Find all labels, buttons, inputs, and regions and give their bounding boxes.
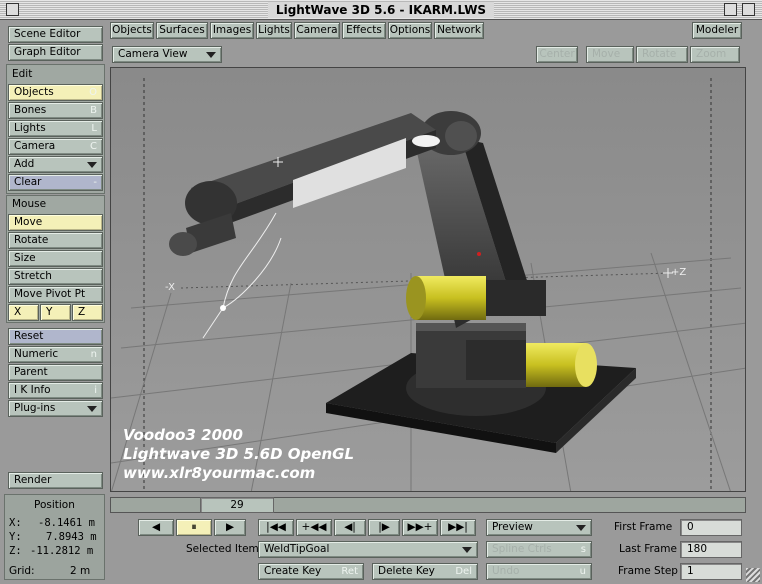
modeler-button[interactable]: Modeler: [692, 22, 742, 39]
mouse-rotate-button[interactable]: Rotate: [8, 232, 103, 249]
selected-item-dropdown[interactable]: WeldTipGoal: [258, 541, 478, 558]
edit-lights-button[interactable]: Lights L: [8, 120, 103, 137]
move-pivot-button[interactable]: Move Pivot Pt: [8, 286, 103, 303]
spline-ctrls-button[interactable]: Spline Ctrls s: [486, 541, 592, 558]
play-forward-button[interactable]: ▶: [214, 519, 246, 536]
axis-y-toggle[interactable]: Y: [40, 304, 71, 321]
pause-icon: ⏸: [191, 521, 197, 533]
preview-dropdown[interactable]: Preview: [486, 519, 592, 536]
mouse-size-button[interactable]: Size: [8, 250, 103, 267]
position-y-value: 7.8943 m: [46, 531, 97, 543]
add-dropdown[interactable]: Add: [8, 156, 103, 173]
first-frame-icon: |◀◀: [266, 521, 286, 533]
tab-lights[interactable]: Lights: [256, 22, 292, 39]
zoom-box-icon[interactable]: [724, 3, 737, 16]
next-frame-icon: |▶: [378, 521, 390, 533]
play-forward-icon: ▶: [225, 521, 235, 533]
prev-frame-button[interactable]: ◀|: [334, 519, 366, 536]
edit-objects-button[interactable]: Objects O: [8, 84, 103, 101]
chevron-down-icon: [87, 162, 97, 168]
scene-editor-button[interactable]: Scene Editor: [8, 26, 103, 43]
grid-label: Grid:: [9, 565, 35, 577]
center-button[interactable]: Center: [536, 46, 578, 63]
chevron-down-icon: [206, 52, 216, 58]
tab-effects[interactable]: Effects: [342, 22, 386, 39]
first-frame-button[interactable]: |◀◀: [258, 519, 294, 536]
view-zoom-button[interactable]: Zoom: [690, 46, 740, 63]
play-backward-button[interactable]: ◀: [138, 519, 174, 536]
chevron-down-icon: [462, 547, 472, 553]
tab-objects[interactable]: Objects: [110, 22, 154, 39]
x-axis-label: -X: [165, 282, 175, 293]
clear-button[interactable]: Clear -: [8, 174, 103, 191]
last-frame-label: Last Frame: [619, 543, 677, 555]
next-key-icon: ▶▶+: [407, 521, 433, 533]
selected-item-label: Selected Item: [186, 543, 259, 555]
undo-button[interactable]: Undo u: [486, 563, 592, 580]
position-header: Position: [34, 499, 75, 511]
axis-z-toggle[interactable]: Z: [72, 304, 103, 321]
overlay-line-3: www.xlr8yourmac.com: [123, 464, 316, 482]
axis-x-toggle[interactable]: X: [8, 304, 39, 321]
chevron-down-icon: [576, 525, 586, 531]
prev-key-icon: +◀◀: [301, 521, 327, 533]
reset-button[interactable]: Reset: [8, 328, 103, 345]
position-x-label: X:: [9, 517, 22, 529]
last-frame-field[interactable]: 180: [680, 541, 742, 558]
last-frame-icon: ▶▶|: [448, 521, 468, 533]
prev-frame-icon: ◀|: [344, 521, 356, 533]
play-backward-icon: ◀: [151, 521, 161, 533]
graph-editor-button[interactable]: Graph Editor: [8, 44, 103, 61]
title-bar[interactable]: LightWave 3D 5.6 - IKARM.LWS: [0, 0, 762, 20]
position-z-label: Z:: [9, 545, 22, 557]
parent-button[interactable]: Parent: [8, 364, 103, 381]
chevron-down-icon: [87, 406, 97, 412]
overlay-line-2: Lightwave 3D 5.6D OpenGL: [123, 445, 355, 463]
edit-header: Edit: [12, 68, 33, 80]
ik-info-button[interactable]: I K Info i: [8, 382, 103, 399]
grid-value: 2 m: [70, 565, 91, 577]
collapse-box-icon[interactable]: [742, 3, 755, 16]
view-move-button[interactable]: Move: [586, 46, 634, 63]
view-select[interactable]: Camera View: [112, 46, 222, 63]
tab-surfaces[interactable]: Surfaces: [156, 22, 208, 39]
mouse-header: Mouse: [12, 198, 47, 210]
edit-camera-button[interactable]: Camera C: [8, 138, 103, 155]
tab-network[interactable]: Network: [434, 22, 484, 39]
position-y-label: Y:: [9, 531, 22, 543]
overlay-line-1: Voodoo3 2000: [123, 426, 243, 444]
delete-key-button[interactable]: Delete Key Del: [372, 563, 478, 580]
prev-key-button[interactable]: +◀◀: [296, 519, 332, 536]
tab-camera[interactable]: Camera: [294, 22, 340, 39]
frame-slider-thumb[interactable]: 29: [200, 497, 274, 513]
resize-grip-icon[interactable]: [746, 568, 760, 582]
last-frame-button[interactable]: ▶▶|: [440, 519, 476, 536]
pause-button[interactable]: ⏸: [176, 519, 212, 536]
plugins-dropdown[interactable]: Plug-ins: [8, 400, 103, 417]
camera-viewport[interactable]: -X +Z Voodoo3 2000 Lightwave 3D 5.6D Ope…: [110, 67, 746, 492]
numeric-button[interactable]: Numeric n: [8, 346, 103, 363]
edit-bones-button[interactable]: Bones B: [8, 102, 103, 119]
first-frame-label: First Frame: [614, 521, 673, 533]
next-key-button[interactable]: ▶▶+: [402, 519, 438, 536]
render-button[interactable]: Render: [8, 472, 103, 489]
close-box-icon[interactable]: [6, 3, 19, 16]
z-axis-label: +Z: [671, 267, 687, 278]
next-frame-button[interactable]: |▶: [368, 519, 400, 536]
view-rotate-button[interactable]: Rotate: [636, 46, 688, 63]
create-key-button[interactable]: Create Key Ret: [258, 563, 364, 580]
tab-options[interactable]: Options: [388, 22, 432, 39]
mouse-move-button[interactable]: Move: [8, 214, 103, 231]
first-frame-field[interactable]: 0: [680, 519, 742, 536]
frame-step-label: Frame Step: [618, 565, 678, 577]
position-z-value: -11.2812 m: [30, 545, 94, 557]
frame-step-field[interactable]: 1: [680, 563, 742, 580]
mouse-stretch-button[interactable]: Stretch: [8, 268, 103, 285]
tab-images[interactable]: Images: [210, 22, 254, 39]
window-title: LightWave 3D 5.6 - IKARM.LWS: [267, 2, 495, 18]
position-x-value: -8.1461 m: [38, 517, 95, 529]
overlay-text: Voodoo3 2000 Lightwave 3D 5.6D OpenGL ww…: [123, 426, 354, 483]
